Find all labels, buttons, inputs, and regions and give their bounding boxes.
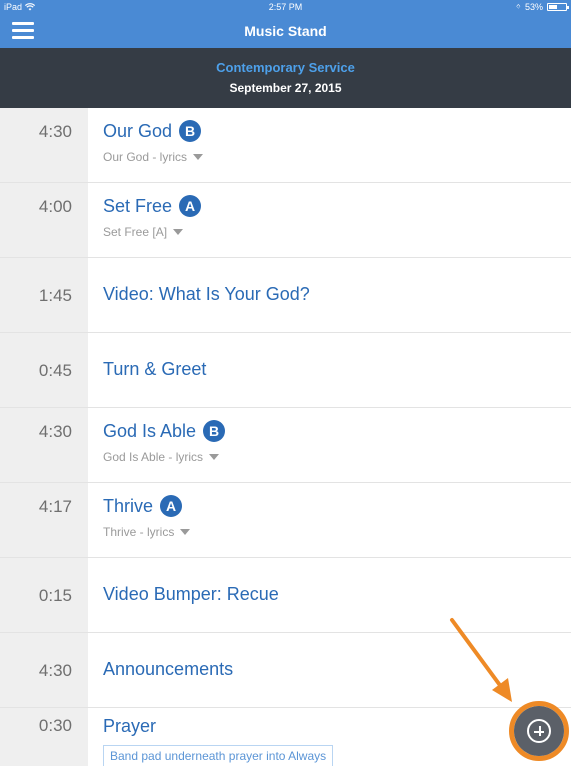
- arrangement-label: Our God - lyrics: [103, 150, 188, 164]
- arrangement-selector[interactable]: Our God - lyrics: [103, 150, 561, 164]
- item-duration: 4:30: [38, 661, 72, 680]
- item-title[interactable]: Video Bumper: Recue: [103, 584, 279, 605]
- status-right: ᛜ 53%: [515, 2, 569, 12]
- item-duration: 0:30: [38, 716, 72, 735]
- page-title: Music Stand: [244, 23, 327, 39]
- arrangement-selector[interactable]: Thrive - lyrics: [103, 525, 561, 539]
- time-column: 0:15: [0, 558, 88, 632]
- plus-circle-icon: [527, 719, 551, 743]
- item-title[interactable]: Turn & Greet: [103, 359, 206, 380]
- item-duration: 4:30: [38, 122, 72, 141]
- time-column: 1:45: [0, 258, 88, 332]
- service-name[interactable]: Contemporary Service: [0, 60, 571, 75]
- time-column: 4:00: [0, 183, 88, 257]
- service-item-list: 4:30 Our God B Our God - lyrics 4:00 Set…: [0, 108, 571, 766]
- item-duration: 4:00: [38, 197, 72, 216]
- key-badge: B: [203, 420, 226, 442]
- list-item[interactable]: 1:45 Video: What Is Your God?: [0, 258, 571, 333]
- list-item[interactable]: 0:15 Video Bumper: Recue: [0, 558, 571, 633]
- item-duration: 0:45: [38, 361, 72, 380]
- item-note[interactable]: Band pad underneath prayer into Always: [103, 745, 334, 766]
- arrangement-label: Set Free [A]: [103, 225, 168, 239]
- battery-percent: 53%: [524, 2, 543, 12]
- add-item-button[interactable]: [514, 706, 564, 756]
- arrangement-label: Thrive - lyrics: [103, 525, 175, 539]
- item-title[interactable]: Thrive: [103, 496, 153, 517]
- list-item[interactable]: 4:30 God Is Able B God Is Able - lyrics: [0, 408, 571, 483]
- status-bar: iPad 2:57 PM ᛜ 53%: [0, 0, 571, 14]
- time-column: 0:45: [0, 333, 88, 407]
- service-header: Contemporary Service September 27, 2015: [0, 48, 571, 108]
- caret-down-icon: [173, 229, 184, 235]
- key-badge: A: [179, 195, 202, 217]
- list-item[interactable]: 4:17 Thrive A Thrive - lyrics: [0, 483, 571, 558]
- key-badge: A: [160, 495, 183, 517]
- arrangement-selector[interactable]: God Is Able - lyrics: [103, 450, 561, 464]
- time-column: 4:17: [0, 483, 88, 557]
- list-item[interactable]: 0:45 Turn & Greet: [0, 333, 571, 408]
- caret-down-icon: [209, 454, 220, 460]
- battery-icon: [547, 3, 569, 11]
- item-title[interactable]: Video: What Is Your God?: [103, 284, 310, 305]
- item-duration: 0:15: [38, 586, 72, 605]
- item-duration: 4:17: [38, 497, 72, 516]
- item-title[interactable]: God Is Able: [103, 421, 196, 442]
- caret-down-icon: [193, 154, 204, 160]
- item-title[interactable]: Announcements: [103, 659, 233, 680]
- nav-bar: Music Stand: [0, 14, 571, 48]
- arrangement-label: God Is Able - lyrics: [103, 450, 204, 464]
- item-title[interactable]: Prayer: [103, 716, 156, 737]
- key-badge: B: [179, 120, 202, 142]
- item-title[interactable]: Set Free: [103, 196, 172, 217]
- item-title[interactable]: Our God: [103, 121, 172, 142]
- list-item[interactable]: 4:30 Announcements: [0, 633, 571, 708]
- list-item[interactable]: 4:30 Our God B Our God - lyrics: [0, 108, 571, 183]
- time-column: 0:30: [0, 708, 88, 766]
- item-duration: 1:45: [38, 286, 72, 305]
- bluetooth-icon: ᛜ: [515, 2, 521, 12]
- arrangement-selector[interactable]: Set Free [A]: [103, 225, 561, 239]
- service-date: September 27, 2015: [229, 81, 342, 95]
- list-item[interactable]: 4:00 Set Free A Set Free [A]: [0, 183, 571, 258]
- time-column: 4:30: [0, 108, 88, 182]
- caret-down-icon: [180, 529, 191, 535]
- item-duration: 4:30: [38, 422, 72, 441]
- time-column: 4:30: [0, 633, 88, 707]
- status-time: 2:57 PM: [268, 2, 303, 12]
- list-item[interactable]: 0:30 Prayer Band pad underneath prayer i…: [0, 708, 571, 766]
- time-column: 4:30: [0, 408, 88, 482]
